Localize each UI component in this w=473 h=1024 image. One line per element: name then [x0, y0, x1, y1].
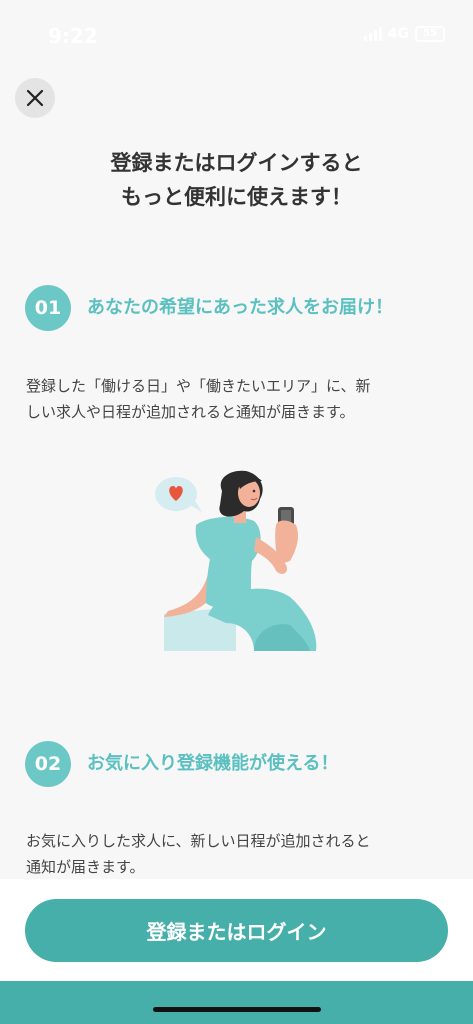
page-title-line2: もっと便利に使えます！: [121, 185, 352, 209]
step-heading: あなたの希望にあった求人をお届け！: [87, 297, 393, 318]
close-icon: [26, 89, 44, 107]
step-description-line1: 登録した「働ける日」や「働きたいエリア」に、新: [26, 377, 371, 395]
status-time: 9:22: [48, 24, 98, 48]
step-description-line2: しい求人や日程が追加されると通知が届きます。: [26, 403, 355, 421]
step-heading: お気に入り登録機能が使える！: [87, 753, 339, 774]
step-number-badge: 01: [25, 285, 71, 331]
woman-with-phone-illustration: [155, 470, 317, 651]
footer-band: [0, 981, 473, 1024]
page-title-line1: 登録またはログインすると: [110, 151, 363, 175]
register-or-login-button[interactable]: 登録またはログイン: [25, 899, 448, 962]
step-number-badge: 02: [25, 741, 71, 787]
battery-icon: 55: [415, 26, 445, 42]
step-description-line1: お気に入りした求人に、新しい日程が追加されると: [26, 832, 371, 850]
close-button[interactable]: [15, 78, 55, 118]
step-description-line2: 通知が届きます。: [26, 858, 145, 876]
network-label: 4G: [387, 26, 409, 42]
status-indicators: 4G 55: [363, 26, 445, 42]
signal-icon: [363, 27, 382, 41]
status-bar: 9:22 4G 55: [0, 0, 473, 64]
speech-bubble-icon: [155, 477, 202, 512]
home-indicator: [153, 1007, 321, 1012]
